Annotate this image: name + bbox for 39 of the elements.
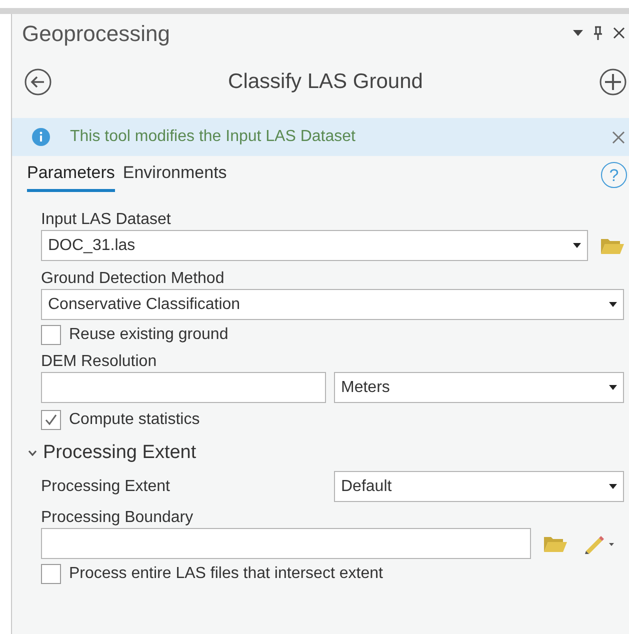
tool-title: Classify LAS Ground [228, 69, 423, 96]
field-label: Process entire LAS files that intersect extent [69, 564, 383, 584]
caret-icon [609, 484, 617, 489]
add-icon[interactable] [599, 68, 627, 96]
folder-icon[interactable] [543, 534, 567, 552]
back-icon[interactable] [24, 68, 52, 96]
close-icon[interactable] [612, 130, 625, 144]
field-label: Ground Detection Method [41, 269, 226, 289]
folder-icon[interactable] [600, 236, 624, 254]
checkbox[interactable] [41, 410, 61, 430]
dropdown-icon[interactable] [573, 30, 583, 36]
pane-title: Geoprocessing [22, 20, 171, 48]
dropdown[interactable]: Meters [334, 372, 624, 403]
checkmark-icon [44, 413, 58, 427]
caret-icon [609, 302, 617, 307]
pencil-dropdown-icon[interactable] [583, 534, 615, 554]
checkbox[interactable] [41, 325, 61, 345]
field-label: Reuse existing ground [69, 325, 228, 345]
tab[interactable]: Parameters [27, 160, 115, 192]
caret-icon [573, 243, 581, 248]
caret-icon [609, 385, 617, 390]
pin-icon[interactable] [593, 26, 603, 40]
dropdown[interactable]: Conservative Classification [41, 289, 624, 320]
field-label: DEM Resolution [41, 352, 158, 372]
tab[interactable]: Environments [122, 160, 227, 192]
dropdown[interactable]: Default [334, 471, 624, 502]
field-label: Compute statistics [69, 410, 200, 430]
checkbox[interactable] [41, 564, 61, 584]
field-label: Processing Extent [41, 476, 171, 496]
info-message: This tool modifies the Input LAS Dataset [70, 127, 356, 147]
input-field[interactable] [41, 372, 326, 403]
close-icon[interactable] [613, 27, 625, 39]
info-icon [32, 128, 50, 146]
dropdown[interactable]: DOC_31.las [41, 230, 588, 261]
chevron-icon [28, 450, 37, 456]
field-label: Input LAS Dataset [41, 210, 172, 230]
field-label: Processing Boundary [41, 508, 194, 528]
input-field[interactable] [41, 528, 531, 559]
section-header[interactable]: Processing Extent [28, 439, 624, 467]
